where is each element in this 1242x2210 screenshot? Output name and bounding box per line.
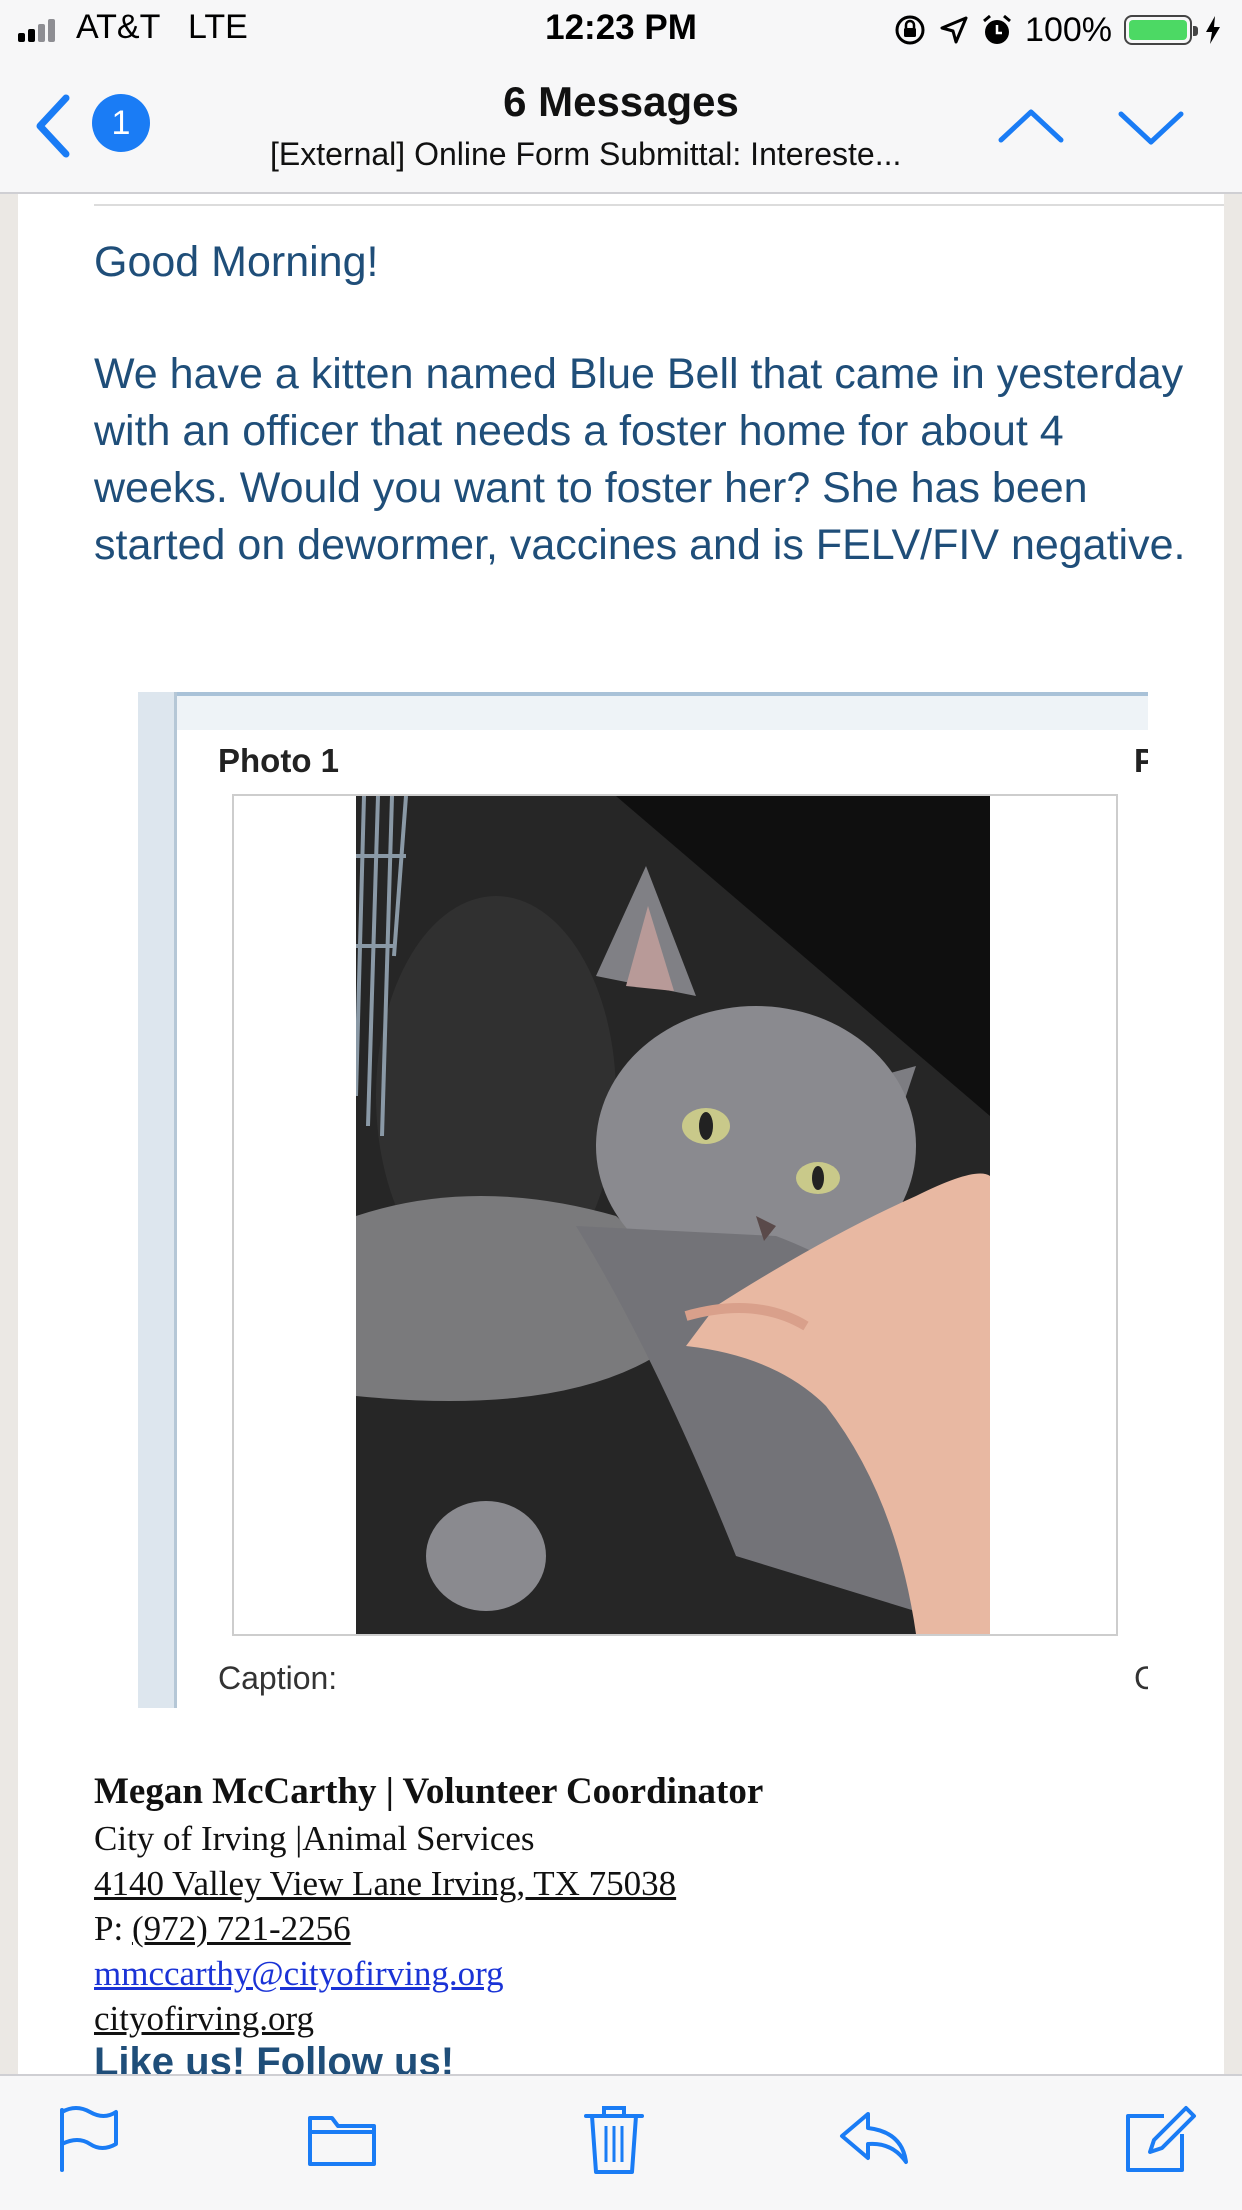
charging-bolt-icon (1206, 16, 1220, 44)
message-subject: [External] Online Form Submittal: Intere… (270, 136, 902, 172)
caption-label-next: Ca (1134, 1660, 1148, 1696)
message-content[interactable]: Good Morning! We have a kitten named Blu… (0, 194, 1242, 2074)
signature-social-text[interactable]: Like us! Follow us! (94, 2040, 454, 2074)
divider (94, 204, 1224, 206)
reply-icon[interactable] (834, 2098, 914, 2178)
photo-panel: Photo 1 Ph (138, 692, 1148, 1708)
battery-percent: 100% (1025, 10, 1112, 49)
email-signature: Megan McCarthy | Volunteer Coordinator C… (94, 1768, 763, 2041)
orientation-lock-icon (895, 15, 925, 45)
email-greeting: Good Morning! (94, 238, 379, 286)
bottom-toolbar (0, 2074, 1242, 2210)
caption-label: Caption: (218, 1660, 338, 1696)
alarm-icon (983, 14, 1011, 44)
email-body-text: We have a kitten named Blue Bell that ca… (94, 350, 1186, 569)
signature-name: Megan McCarthy | Volunteer Coordinator (94, 1771, 764, 1812)
navigation-bar: 1 6 Messages [External] Online Form Subm… (0, 60, 1242, 194)
photo-label: Photo 1 (218, 742, 339, 779)
signature-email-link[interactable]: mmccarthy@cityofirving.org (94, 1954, 504, 1993)
next-message-button[interactable] (1113, 92, 1189, 162)
status-icons: 100% (893, 10, 1222, 50)
signature-address-link[interactable]: 4140 Valley View Lane Irving, TX 75038 (94, 1864, 676, 1903)
signature-phone-link[interactable]: (972) 721-2256 (132, 1909, 351, 1948)
flag-icon[interactable] (46, 2098, 126, 2178)
status-bar: AT&T LTE 12:23 PM 100% (0, 0, 1242, 60)
email-body: Good Morning! We have a kitten named Blu… (18, 194, 1224, 2074)
frame-header (177, 692, 1148, 730)
signature-organization: City of Irving |Animal Services (94, 1819, 535, 1858)
previous-message-button[interactable] (993, 92, 1069, 162)
battery-icon (1124, 15, 1198, 45)
kitten-photo[interactable] (356, 796, 990, 1634)
location-icon (940, 16, 968, 44)
photo-label-next: Ph (1134, 742, 1148, 779)
signature-phone-prefix: P: (94, 1909, 132, 1948)
folder-icon[interactable] (302, 2098, 382, 2178)
compose-icon[interactable] (1118, 2098, 1198, 2178)
signature-website-link[interactable]: cityofirving.org (94, 1999, 314, 2038)
frame-border (138, 692, 177, 1708)
trash-icon[interactable] (574, 2098, 654, 2178)
